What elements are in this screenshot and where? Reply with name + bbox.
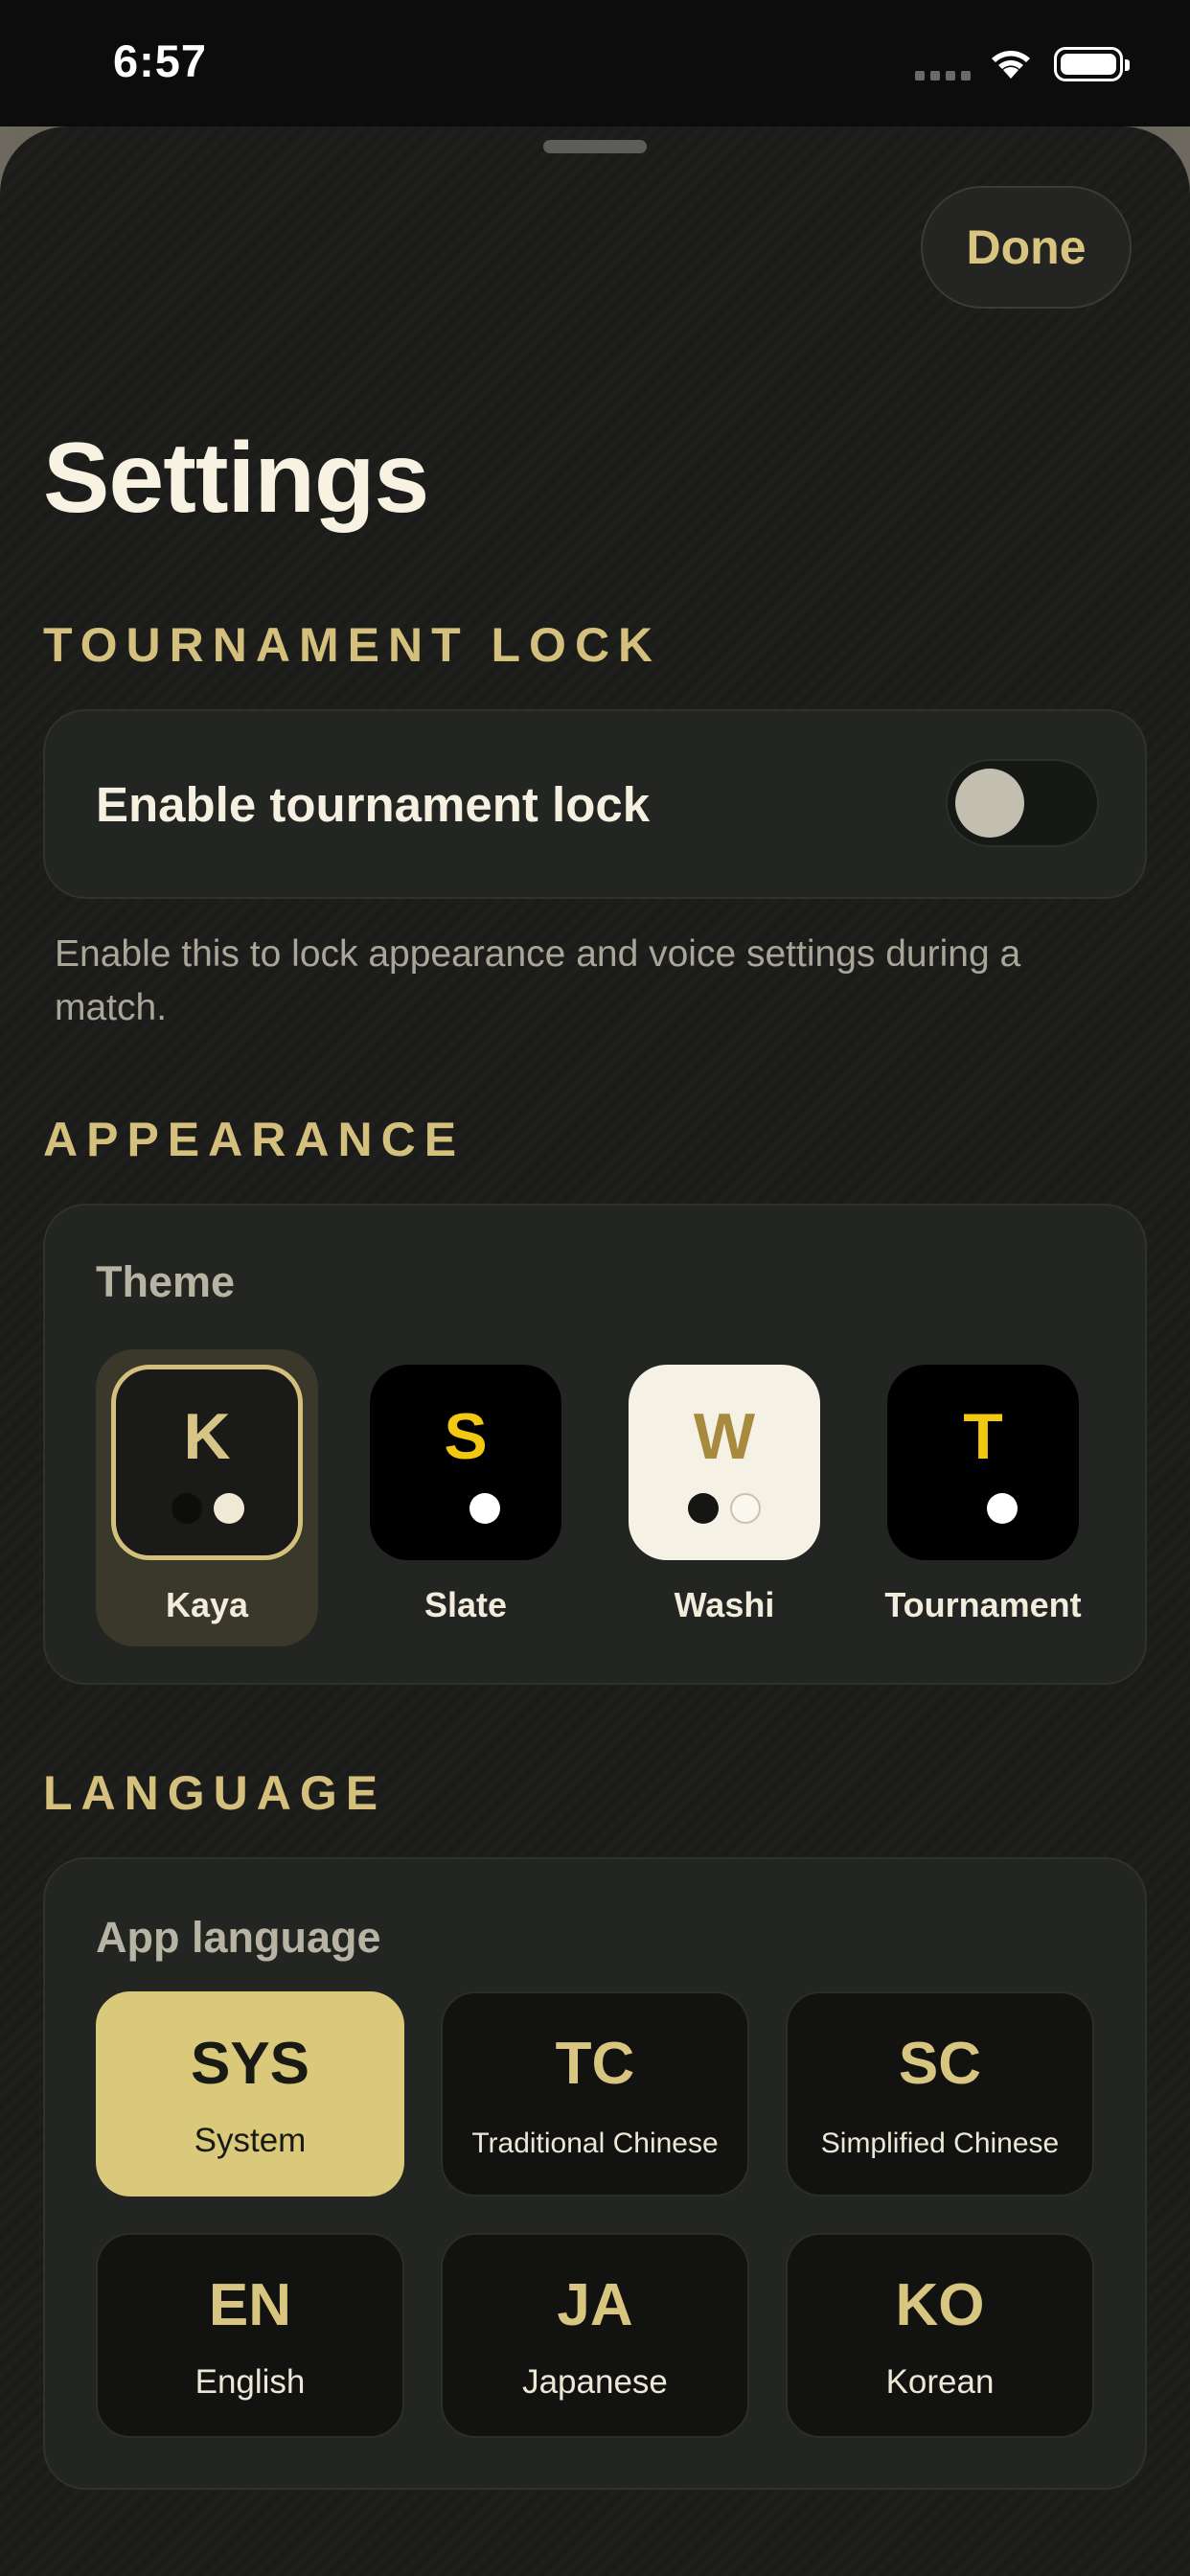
white-stone-icon <box>214 1493 244 1524</box>
theme-label: Theme <box>96 1257 236 1306</box>
page-title: Settings <box>43 423 429 534</box>
language-name: System <box>194 2122 307 2159</box>
tournament-lock-label: Enable tournament lock <box>96 777 651 832</box>
theme-name: Tournament <box>884 1585 1082 1624</box>
theme-letter: W <box>693 1400 756 1473</box>
done-button[interactable]: Done <box>921 186 1132 309</box>
language-code: TC <box>555 2031 635 2097</box>
language-option-korean[interactable]: KO Korean <box>786 2233 1094 2438</box>
language-code: KO <box>895 2272 985 2338</box>
theme-letter: T <box>963 1400 1003 1473</box>
battery-icon <box>1054 47 1130 81</box>
theme-swatch: K <box>111 1365 303 1560</box>
status-time: 6:57 <box>113 35 208 86</box>
white-stone-icon <box>469 1493 500 1524</box>
sheet-grabber[interactable] <box>543 140 647 153</box>
theme-option-tournament[interactable]: T Tournament <box>872 1349 1094 1646</box>
language-option-traditional-chinese[interactable]: TC Traditional Chinese <box>441 1991 749 2196</box>
toggle-knob <box>955 769 1024 838</box>
language-name: Japanese <box>522 2363 668 2401</box>
language-card: App language SYS System TC Traditional C… <box>43 1857 1147 2490</box>
tournament-lock-toggle[interactable] <box>946 759 1099 847</box>
theme-name: Kaya <box>165 1585 249 1624</box>
appearance-card: Theme K Kaya S Slate W Washi T Tournamen… <box>43 1204 1147 1685</box>
theme-letter: K <box>183 1400 231 1473</box>
language-name: Traditional Chinese <box>471 2128 719 2159</box>
language-code: SYS <box>190 2031 310 2097</box>
language-option-english[interactable]: EN English <box>96 2233 404 2438</box>
wifi-icon <box>992 51 1030 79</box>
tournament-lock-card: Enable tournament lock <box>43 709 1147 899</box>
app-language-label: App language <box>96 1913 381 1962</box>
language-code: EN <box>208 2272 292 2338</box>
language-option-simplified-chinese[interactable]: SC Simplified Chinese <box>786 1991 1094 2196</box>
appearance-header: APPEARANCE <box>43 1113 466 1166</box>
language-name: Simplified Chinese <box>820 2128 1060 2159</box>
theme-swatch: S <box>370 1365 561 1560</box>
theme-name: Slate <box>423 1585 508 1624</box>
language-name: Korean <box>885 2363 995 2401</box>
theme-name: Washi <box>674 1585 775 1624</box>
language-option-system[interactable]: SYS System <box>96 1991 404 2196</box>
white-stone-icon <box>987 1493 1018 1524</box>
language-code: JA <box>557 2272 633 2338</box>
language-option-japanese[interactable]: JA Japanese <box>441 2233 749 2438</box>
theme-swatch: T <box>887 1365 1079 1560</box>
tournament-lock-footnote: Enable this to lock appearance and voice… <box>55 933 1021 1028</box>
language-code: SC <box>898 2031 982 2097</box>
theme-letter: S <box>444 1400 488 1473</box>
theme-swatch: W <box>629 1365 820 1560</box>
theme-option-washi[interactable]: W Washi <box>613 1349 835 1646</box>
cellular-signal-icon <box>915 71 971 80</box>
tournament-lock-header: TOURNAMENT LOCK <box>43 618 662 672</box>
status-bar: 6:57 <box>0 0 1190 126</box>
theme-option-kaya[interactable]: K Kaya <box>96 1349 318 1646</box>
white-stone-icon <box>730 1493 761 1524</box>
theme-option-slate[interactable]: S Slate <box>355 1349 577 1646</box>
black-stone-icon <box>688 1493 719 1524</box>
language-name: English <box>195 2363 306 2401</box>
language-header: LANGUAGE <box>43 1766 387 1820</box>
black-stone-icon <box>172 1493 202 1524</box>
